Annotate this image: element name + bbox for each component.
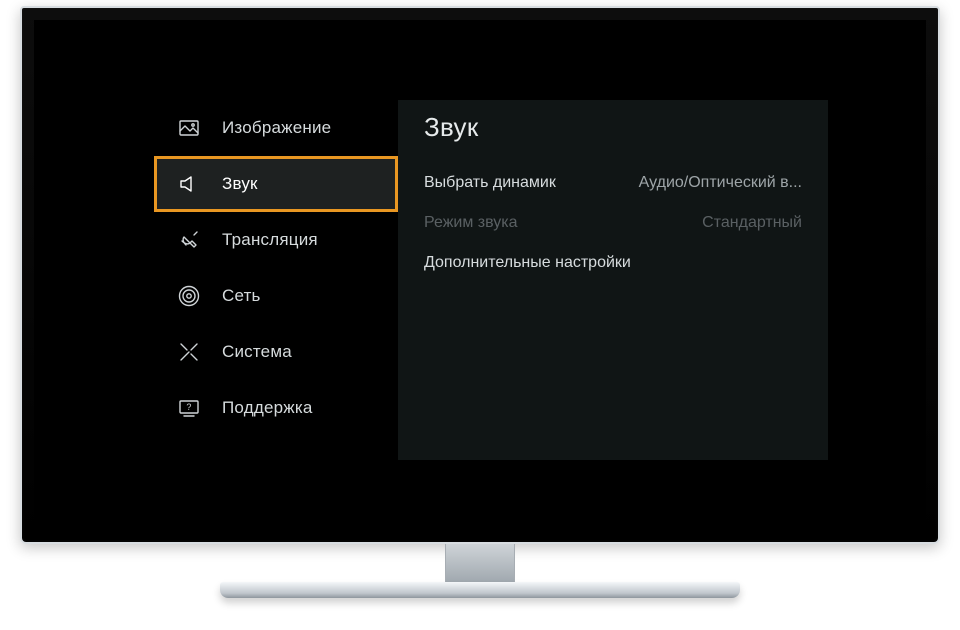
tv-stand-neck bbox=[445, 544, 515, 584]
sidebar-item-picture[interactable]: Изображение bbox=[154, 100, 398, 156]
panel-row-advanced[interactable]: Дополнительные настройки bbox=[424, 243, 802, 283]
sidebar-item-support[interactable]: ? Поддержка bbox=[154, 380, 398, 436]
panel-row-speaker[interactable]: Выбрать динамик Аудио/Оптический в... bbox=[424, 163, 802, 203]
tv-screen: Изображение Звук Трансляция bbox=[34, 20, 926, 528]
sidebar-item-label: Сеть bbox=[222, 286, 261, 306]
sidebar-item-system[interactable]: Система bbox=[154, 324, 398, 380]
support-icon: ? bbox=[176, 395, 202, 421]
sidebar-item-broadcast[interactable]: Трансляция bbox=[154, 212, 398, 268]
speaker-icon bbox=[176, 171, 202, 197]
satellite-icon bbox=[176, 227, 202, 253]
settings-sidebar: Изображение Звук Трансляция bbox=[154, 100, 398, 460]
row-value: Стандартный bbox=[702, 214, 802, 232]
tv-stand-base bbox=[220, 582, 740, 598]
sidebar-item-label: Трансляция bbox=[222, 230, 318, 250]
sidebar-item-label: Система bbox=[222, 342, 292, 362]
sidebar-item-label: Поддержка bbox=[222, 398, 313, 418]
tools-icon bbox=[176, 339, 202, 365]
sidebar-item-label: Изображение bbox=[222, 118, 331, 138]
sidebar-item-sound[interactable]: Звук bbox=[154, 156, 398, 212]
settings-panel: Звук Выбрать динамик Аудио/Оптический в.… bbox=[398, 100, 828, 460]
settings-root: Изображение Звук Трансляция bbox=[154, 100, 828, 460]
panel-title: Звук bbox=[424, 112, 802, 143]
row-label: Дополнительные настройки bbox=[424, 254, 631, 272]
network-icon bbox=[176, 283, 202, 309]
tv-frame: Изображение Звук Трансляция bbox=[20, 6, 940, 544]
row-label: Режим звука bbox=[424, 214, 518, 232]
panel-row-soundmode: Режим звука Стандартный bbox=[424, 203, 802, 243]
sidebar-item-label: Звук bbox=[222, 174, 258, 194]
row-label: Выбрать динамик bbox=[424, 174, 556, 192]
sidebar-item-network[interactable]: Сеть bbox=[154, 268, 398, 324]
row-value: Аудио/Оптический в... bbox=[639, 174, 802, 192]
picture-icon bbox=[176, 115, 202, 141]
svg-text:?: ? bbox=[186, 402, 191, 412]
